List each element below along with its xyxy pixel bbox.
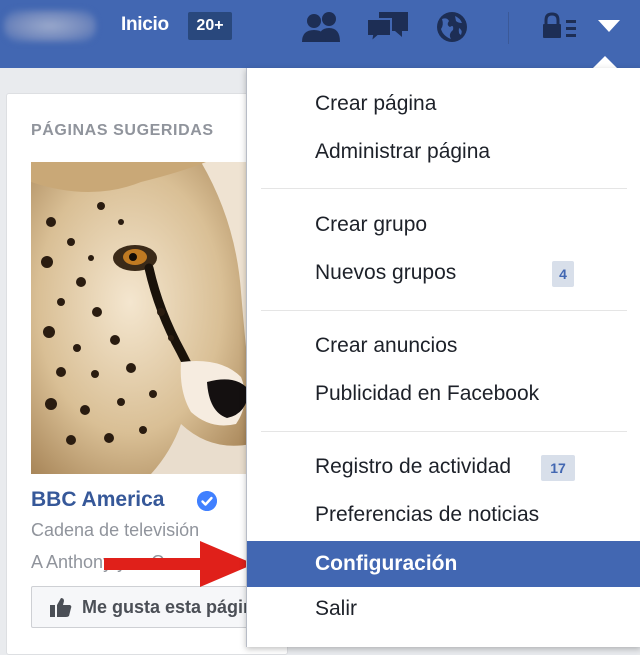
menu-divider [261,310,627,311]
menu-item-label: Administrar página [315,140,491,163]
blurred-profile-name[interactable] [4,10,96,42]
notifications-globe-icon[interactable] [432,10,472,44]
top-navigation-bar: Inicio 20+ [0,0,640,68]
menu-item-label: Crear grupo [315,213,428,236]
menu-divider [261,188,627,189]
messages-icon[interactable] [364,10,412,44]
menu-item-news-feed-preferences[interactable]: Preferencias de noticias [247,495,640,535]
menu-item-create-ads[interactable]: Crear anuncios [247,326,640,366]
like-page-button-label: Me gusta esta página [82,597,265,617]
like-page-button[interactable]: Me gusta esta página [31,586,271,628]
account-dropdown-menu: Crear página Administrar página Crear gr… [246,68,640,647]
friend-requests-icon[interactable] [298,10,346,44]
menu-item-new-groups[interactable]: Nuevos grupos 4 [247,253,640,293]
menu-item-settings[interactable]: Configuración [247,541,640,587]
suggested-pages-title: PÁGINAS SUGERIDAS [31,122,214,139]
account-menu-caret-icon[interactable] [598,20,620,32]
menu-item-log-out[interactable]: Salir [247,589,640,629]
topbar-separator [508,12,509,44]
home-notification-badge: 20+ [188,12,232,40]
menu-item-label: Salir [315,597,358,620]
suggested-page-name[interactable]: BBC America [31,488,164,512]
menu-item-label: Nuevos grupos [315,261,457,284]
menu-item-label: Publicidad en Facebook [315,382,540,405]
activity-log-count-badge: 17 [541,455,575,481]
red-arrow-annotation [104,541,254,587]
thumbs-up-icon [50,598,72,617]
menu-item-advertising-on-facebook[interactable]: Publicidad en Facebook [247,374,640,414]
menu-item-manage-page[interactable]: Administrar página [247,132,640,172]
menu-item-label: Crear anuncios [315,334,458,357]
menu-item-label: Registro de actividad [315,455,512,478]
menu-divider [261,431,627,432]
menu-item-activity-log[interactable]: Registro de actividad 17 [247,447,640,487]
menu-item-label: Crear página [315,92,437,115]
cheetah-page-photo[interactable] [31,162,251,474]
menu-item-create-page[interactable]: Crear página [247,84,640,124]
menu-item-create-group[interactable]: Crear grupo [247,205,640,245]
menu-item-label: Configuración [315,552,458,575]
new-groups-count-badge: 4 [552,261,574,287]
home-link[interactable]: Inicio [121,14,169,36]
privacy-shortcuts-icon[interactable] [540,10,582,44]
suggested-page-category: Cadena de televisión [31,520,200,540]
menu-item-label: Preferencias de noticias [315,503,540,526]
verified-badge-icon [197,491,217,511]
